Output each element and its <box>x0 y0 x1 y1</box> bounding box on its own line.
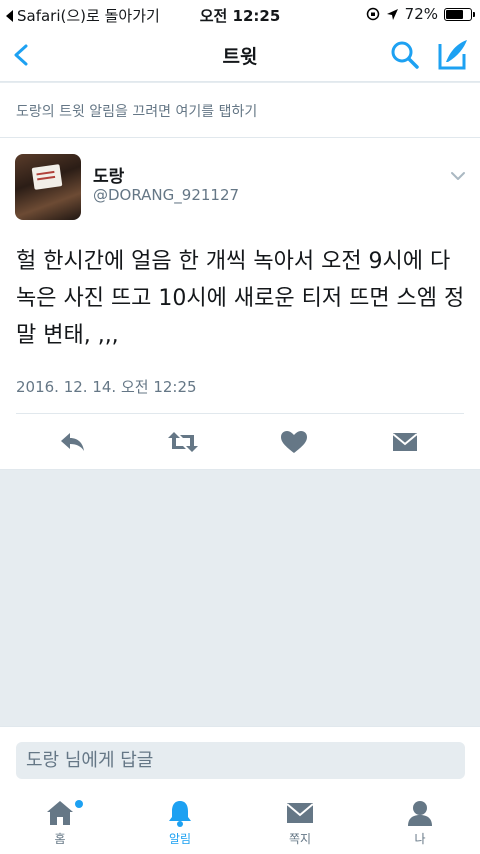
tweet-timestamp: 2016. 12. 14. 오전 12:25 <box>16 378 197 396</box>
home-icon <box>47 801 73 825</box>
author-name[interactable]: 도랑 <box>93 162 124 187</box>
author-handle[interactable]: @DORANG_921127 <box>93 186 239 204</box>
search-icon[interactable] <box>388 38 422 72</box>
tweet-detail: 도랑의 트윗 알림을 끄려면 여기를 탭하기 도랑 @DORANG_921127… <box>0 83 480 470</box>
status-right: 72% <box>366 5 475 23</box>
compose-tweet-icon[interactable] <box>436 36 470 72</box>
retweet-icon[interactable] <box>166 427 200 457</box>
tweet-actions <box>0 427 480 457</box>
reply-bar <box>0 726 480 788</box>
person-icon <box>408 801 432 826</box>
envelope-icon <box>286 803 314 823</box>
tab-home[interactable]: 홈 <box>20 798 100 854</box>
notification-toggle-link[interactable]: 도랑의 트윗 알림을 끄려면 여기를 탭하기 <box>16 101 257 121</box>
tab-bar: 홈 알림 쪽지 나 <box>0 788 480 854</box>
tweet-text: 헐 한시간에 얼음 한 개씩 녹아서 오전 9시에 다 녹은 사진 뜨고 10시… <box>16 249 465 348</box>
avatar[interactable] <box>15 154 81 220</box>
tab-notifications-label: 알림 <box>168 832 192 846</box>
like-heart-icon[interactable] <box>277 427 311 457</box>
avatar-sign <box>31 164 63 190</box>
tab-notifications[interactable]: 알림 <box>140 798 220 854</box>
battery-icon <box>444 7 475 21</box>
bell-icon <box>169 801 191 827</box>
navigation-bar: 트윗 <box>0 28 480 82</box>
status-bar: Safari(으)로 돌아가기 오전 12:25 72% <box>0 0 480 28</box>
direct-message-icon[interactable] <box>388 427 422 457</box>
location-arrow-icon <box>386 8 398 20</box>
rotation-lock-icon <box>366 7 379 21</box>
tab-me[interactable]: 나 <box>380 798 460 854</box>
divider <box>0 137 480 138</box>
tab-messages[interactable]: 쪽지 <box>260 798 340 854</box>
battery-percent: 72% <box>404 5 438 23</box>
chevron-down-icon[interactable] <box>449 170 467 182</box>
reply-input[interactable] <box>16 742 465 779</box>
home-notification-dot <box>75 800 83 808</box>
tab-messages-label: 쪽지 <box>288 832 312 846</box>
divider <box>16 413 464 414</box>
tab-home-label: 홈 <box>54 832 66 846</box>
tab-me-label: 나 <box>414 832 426 846</box>
reply-icon[interactable] <box>56 427 90 457</box>
